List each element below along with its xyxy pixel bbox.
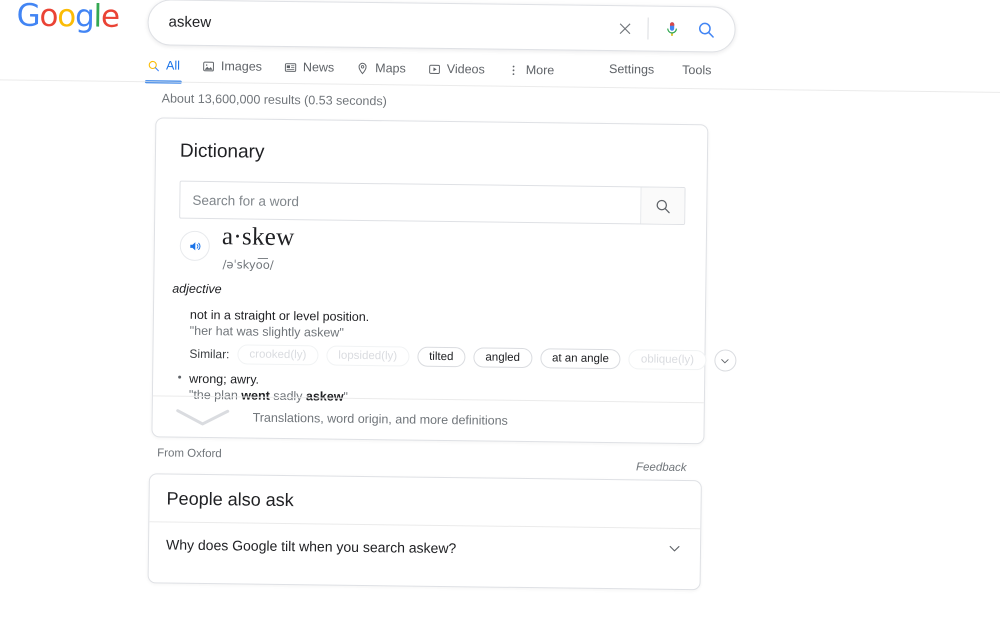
- people-also-ask-card: People also ask Why does Google tilt whe…: [147, 473, 702, 591]
- tab-news[interactable]: News: [284, 52, 335, 83]
- word-search-field[interactable]: [179, 180, 686, 226]
- chevron-down-icon[interactable]: [713, 349, 737, 372]
- search-icon[interactable]: [688, 12, 722, 46]
- logo-letter-e: e: [100, 0, 120, 35]
- similar-chip[interactable]: tilted: [417, 346, 466, 368]
- bullet-icon: [178, 375, 182, 379]
- chevron-down-icon[interactable]: [667, 540, 682, 560]
- tab-more[interactable]: More: [507, 55, 555, 86]
- tab-videos[interactable]: Videos: [428, 54, 485, 85]
- tab-maps[interactable]: Maps: [356, 53, 406, 84]
- logo-letter-o2: o: [57, 0, 76, 35]
- similar-words-row: Similar: crooked(ly) lopsided(ly) tilted…: [189, 343, 737, 372]
- close-icon[interactable]: [607, 11, 641, 45]
- tools-link[interactable]: Tools: [682, 63, 711, 77]
- google-logo[interactable]: Google: [16, 0, 120, 35]
- part-of-speech: adjective: [172, 281, 222, 297]
- logo-letter-o1: o: [39, 0, 58, 35]
- tab-label: More: [525, 62, 555, 78]
- tab-label: All: [165, 58, 181, 73]
- tab-images[interactable]: Images: [202, 51, 262, 82]
- search-box[interactable]: askew: [147, 0, 736, 53]
- similar-chip[interactable]: crooked(ly): [237, 344, 319, 366]
- question-text: Why does Google tilt when you search ask…: [165, 536, 457, 556]
- settings-link[interactable]: Settings: [609, 62, 654, 77]
- people-also-ask-title: People also ask: [166, 488, 294, 511]
- translations-label: Translations, word origin, and more defi…: [252, 410, 508, 428]
- dictionary-source: From Oxford: [157, 447, 222, 461]
- tilted-page-stage: Google askew All Images News Maps Videos…: [0, 0, 1000, 643]
- tab-label: Images: [220, 59, 263, 74]
- tab-all[interactable]: All: [147, 50, 180, 80]
- image-icon: [202, 59, 215, 72]
- feedback-link[interactable]: Feedback: [636, 461, 687, 474]
- definition-sense-1: not in a straight or level position. "he…: [190, 307, 670, 345]
- search-icon: [147, 59, 160, 72]
- search-icon[interactable]: [640, 187, 685, 224]
- tab-label: News: [302, 60, 335, 75]
- similar-chip[interactable]: oblique(ly): [628, 349, 707, 371]
- logo-letter-G: G: [16, 0, 40, 34]
- similar-chip[interactable]: angled: [473, 347, 533, 369]
- similar-chip[interactable]: lopsided(ly): [326, 345, 410, 367]
- search-query-text[interactable]: askew: [148, 12, 607, 38]
- search-input[interactable]: [180, 181, 641, 224]
- news-icon: [284, 60, 297, 73]
- dictionary-card: Dictionary a·skew /əˈskyo͞o/ adjective n…: [151, 117, 737, 445]
- translations-expand-row[interactable]: Translations, word origin, and more defi…: [152, 395, 704, 444]
- map-pin-icon: [356, 61, 369, 74]
- dictionary-title: Dictionary: [179, 140, 265, 163]
- search-divider: [647, 17, 649, 40]
- similar-label: Similar:: [189, 346, 230, 362]
- overflow-dots-icon: [507, 63, 520, 76]
- video-icon: [428, 62, 441, 75]
- similar-chip[interactable]: at an angle: [539, 348, 622, 370]
- results-count: About 13,600,000 results (0.53 seconds): [161, 91, 387, 109]
- chevron-down-icon: [175, 405, 231, 430]
- dictionary-headword: a·skew: [221, 223, 295, 252]
- logo-letter-g: g: [74, 0, 94, 35]
- nav-right-links: Settings Tools: [609, 62, 712, 77]
- tab-label: Maps: [375, 61, 406, 76]
- speaker-icon[interactable]: [179, 230, 210, 262]
- microphone-icon[interactable]: [654, 12, 688, 46]
- tab-label: Videos: [446, 61, 485, 77]
- nav-tabs: All Images News Maps Videos More: [147, 50, 555, 85]
- dictionary-phonetic: /əˈskyo͞o/: [222, 257, 274, 272]
